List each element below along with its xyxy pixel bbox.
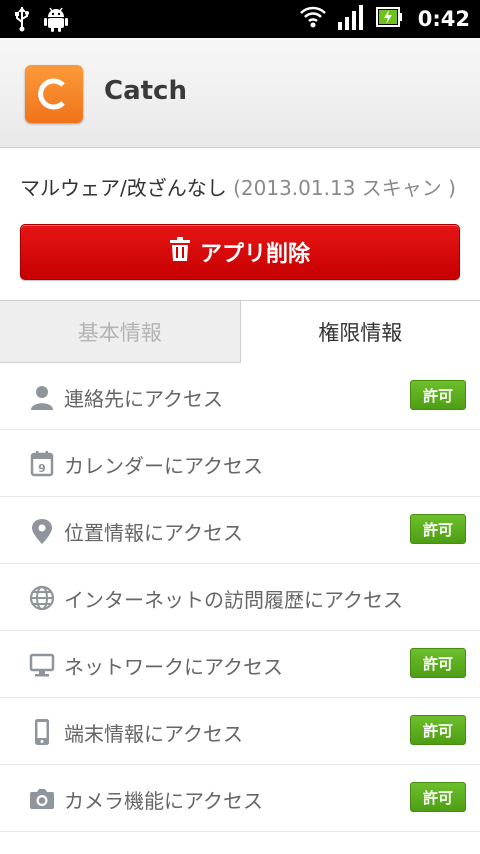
tab-permissions[interactable]: 権限情報 bbox=[240, 301, 480, 363]
battery-charging-icon bbox=[375, 6, 402, 32]
tab-permissions-label: 権限情報 bbox=[318, 321, 403, 345]
signal-icon bbox=[337, 4, 364, 34]
delete-app-label: アプリ削除 bbox=[199, 242, 310, 267]
trash-icon bbox=[169, 237, 190, 267]
allowed-badge: 許可 bbox=[410, 380, 466, 410]
permission-label: 端末情報にアクセス bbox=[64, 722, 243, 746]
tab-basic-info[interactable]: 基本情報 bbox=[0, 301, 241, 363]
status-time: 0:42 bbox=[417, 7, 470, 31]
allowed-badge: 許可 bbox=[410, 514, 466, 544]
allowed-badge: 許可 bbox=[410, 648, 466, 678]
permission-row-contacts[interactable]: 連絡先にアクセス 許可 bbox=[0, 363, 480, 430]
monitor-icon bbox=[29, 652, 55, 678]
info-tabs: 基本情報 権限情報 bbox=[0, 300, 480, 363]
status-bar: 0:42 bbox=[0, 0, 480, 38]
location-pin-icon bbox=[29, 518, 55, 544]
permission-label: カレンダーにアクセス bbox=[64, 454, 263, 478]
permission-row-calendar[interactable]: 9 カレンダーにアクセス bbox=[0, 430, 480, 497]
scan-date: (2013.01.13 スキャン ) bbox=[226, 176, 456, 200]
allowed-badge: 許可 bbox=[410, 782, 466, 812]
wifi-icon bbox=[299, 5, 326, 33]
allowed-badge: 許可 bbox=[410, 715, 466, 745]
permission-row-camera[interactable]: カメラ機能にアクセス 許可 bbox=[0, 765, 480, 832]
permission-row-network[interactable]: ネットワークにアクセス 許可 bbox=[0, 631, 480, 698]
app-header: Catch bbox=[0, 38, 480, 148]
camera-icon bbox=[29, 786, 55, 812]
permission-label: 連絡先にアクセス bbox=[64, 387, 223, 411]
calendar-icon: 9 bbox=[29, 451, 55, 477]
permission-label: インターネットの訪問履歴にアクセス bbox=[64, 588, 403, 612]
tab-basic-info-label: 基本情報 bbox=[77, 320, 162, 345]
permission-row-location[interactable]: 位置情報にアクセス 許可 bbox=[0, 497, 480, 564]
scan-status: マルウェア/改ざんなし (2013.01.13 スキャン ) bbox=[20, 172, 456, 201]
app-icon bbox=[25, 65, 83, 123]
permission-row-browser-history[interactable]: インターネットの訪問履歴にアクセス bbox=[0, 564, 480, 631]
person-icon bbox=[29, 384, 55, 410]
delete-app-button[interactable]: アプリ削除 bbox=[20, 224, 460, 280]
svg-text:9: 9 bbox=[38, 462, 46, 475]
android-icon bbox=[44, 6, 68, 36]
globe-icon bbox=[29, 585, 55, 611]
app-name: Catch bbox=[104, 76, 187, 106]
scan-result: マルウェア/改ざんなし bbox=[20, 176, 227, 200]
usb-icon bbox=[14, 6, 30, 36]
phone-device-icon bbox=[29, 719, 55, 745]
permission-list: 連絡先にアクセス 許可 9 カレンダーにアクセス 位置情報にアクセス 許可 イン… bbox=[0, 363, 480, 832]
permission-label: ネットワークにアクセス bbox=[64, 655, 283, 679]
permission-row-device-info[interactable]: 端末情報にアクセス 許可 bbox=[0, 698, 480, 765]
permission-label: カメラ機能にアクセス bbox=[64, 789, 263, 813]
permission-label: 位置情報にアクセス bbox=[64, 521, 243, 545]
